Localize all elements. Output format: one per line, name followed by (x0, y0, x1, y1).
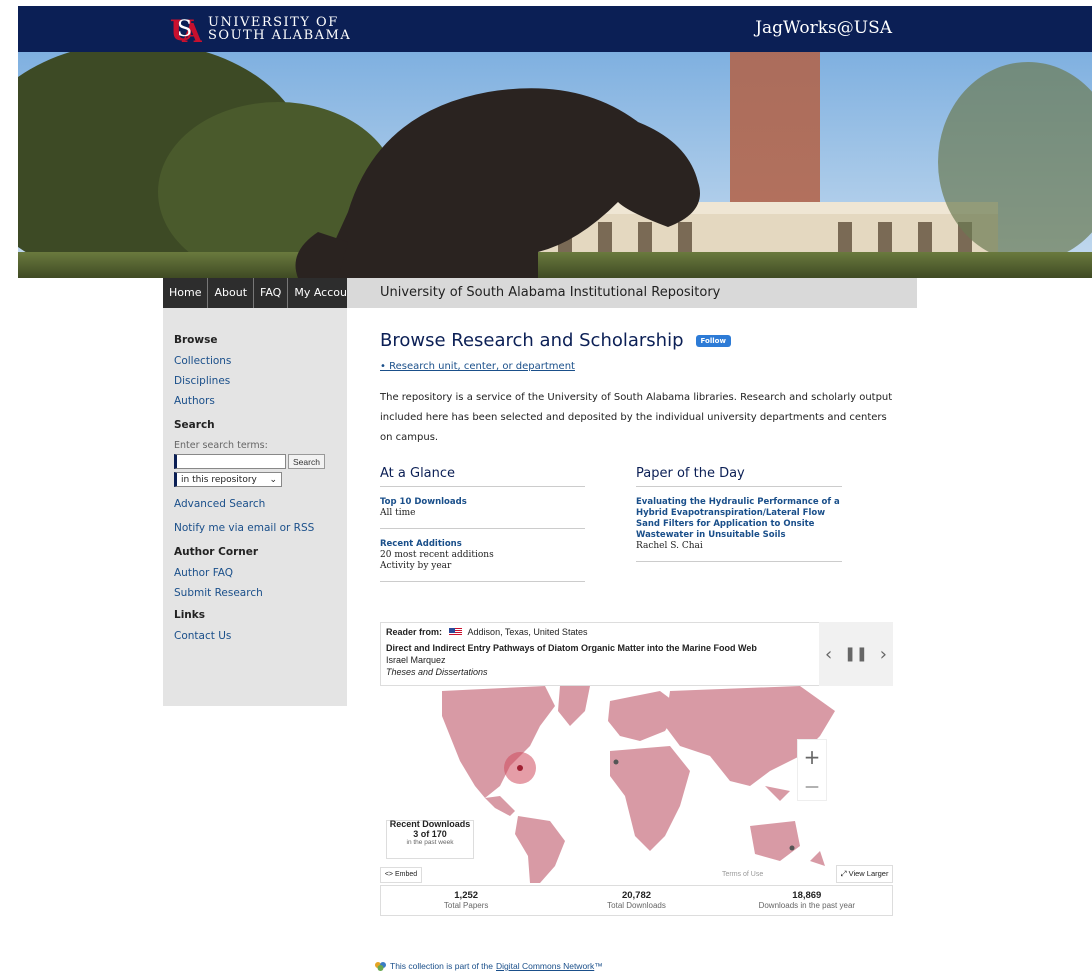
site-header: U A S UNIVERSITY OF SOUTH ALABAMA JagWor… (18, 6, 1092, 52)
sidebar-link-disciplines[interactable]: Disciplines (174, 375, 336, 387)
browse-heading: Browse (174, 334, 218, 346)
dc-network-footer: This collection is part of the Digital C… (375, 961, 603, 971)
footer-text: This collection is part of the (390, 961, 493, 971)
links-heading: Links (174, 609, 205, 621)
stat-label: Total Downloads (607, 901, 666, 910)
hero-banner-image (18, 52, 1092, 278)
readership-map-widget: Reader from: Addison, Texas, United Stat… (380, 622, 893, 916)
recent-additions-sub[interactable]: 20 most recent additions (380, 550, 585, 561)
top-downloads-link[interactable]: Top 10 Downloads (380, 497, 585, 508)
follow-button[interactable]: Follow (695, 334, 731, 347)
chevron-left-icon[interactable]: ‹ (825, 644, 832, 665)
repository-title: University of South Alabama Institutiona… (347, 278, 917, 308)
reader-from-label: Reader from: (386, 627, 443, 637)
us-flag-icon (448, 628, 462, 636)
advanced-search-link[interactable]: Advanced Search (174, 498, 336, 510)
terms-of-use-link[interactable]: Terms of Use (722, 871, 763, 878)
paper-of-the-day-block: Evaluating the Hydraulic Performance of … (636, 487, 842, 562)
zoom-in-icon[interactable]: + (804, 745, 821, 769)
svg-text:S: S (177, 17, 192, 42)
stats-bar: 1,252 Total Papers 20,782 Total Download… (380, 885, 893, 916)
nav-home[interactable]: Home (163, 278, 209, 308)
reader-panel: Reader from: Addison, Texas, United Stat… (380, 622, 893, 686)
site-name[interactable]: JagWorks@USA (755, 18, 892, 38)
sidebar-link-contact[interactable]: Contact Us (174, 630, 336, 642)
recent-additions-block: Recent Additions 20 most recent addition… (380, 529, 585, 582)
search-hint: Enter search terms: (174, 440, 268, 451)
page-title-text: Browse Research and Scholarship (380, 330, 684, 351)
stat-downloads-past-year: 18,869 Downloads in the past year (722, 886, 892, 915)
expand-icon: ⤢ (840, 869, 847, 878)
notify-link[interactable]: Notify me via email or RSS (174, 522, 336, 534)
reader-item-collection: Theses and Dissertations (386, 667, 488, 677)
author-corner-heading: Author Corner (174, 546, 259, 558)
page-title: Browse Research and Scholarship Follow (380, 330, 920, 351)
map-zoom-controls: + — (797, 739, 827, 801)
sidebar-link-collections[interactable]: Collections (174, 355, 336, 367)
view-larger-button[interactable]: ⤢ View Larger (836, 865, 893, 883)
view-larger-label: View Larger (848, 869, 889, 878)
pause-icon[interactable]: ❚❚ (844, 646, 867, 662)
recent-downloads-count: 3 of 170 (413, 829, 447, 839)
top-downloads-sub: All time (380, 508, 416, 518)
main-nav: Home About FAQ My Account (163, 278, 358, 308)
reader-item-title[interactable]: Direct and Indirect Entry Pathways of Di… (386, 642, 887, 654)
sidebar-link-submit-research[interactable]: Submit Research (174, 587, 336, 599)
usa-logo-mark-icon: U A S (168, 12, 203, 49)
chevron-down-icon: ⌄ (269, 474, 277, 485)
at-a-glance-heading: At a Glance (380, 466, 585, 487)
stat-value: 18,869 (792, 890, 822, 901)
recent-downloads-period: in the past week (406, 839, 454, 846)
reader-location: Addison, Texas, United States (467, 627, 588, 637)
logo-line-2: SOUTH ALABAMA (208, 28, 352, 43)
search-input[interactable] (174, 454, 286, 469)
sidebar-link-authors[interactable]: Authors (174, 395, 336, 407)
stat-value: 1,252 (454, 890, 479, 901)
recent-downloads-title: Recent Downloads (389, 819, 471, 829)
reader-from-row: Reader from: Addison, Texas, United Stat… (386, 626, 887, 638)
search-scope-value: in this repository (181, 474, 257, 485)
stat-label: Downloads in the past year (758, 901, 856, 910)
reader-controls: ‹ ❚❚ › (819, 622, 893, 686)
chevron-right-icon[interactable]: › (880, 644, 887, 665)
paper-of-the-day-author: Rachel S. Chai (636, 541, 703, 551)
logo-wordmark: UNIVERSITY OF SOUTH ALABAMA (208, 16, 351, 42)
reader-item-author: Israel Marquez (386, 655, 446, 665)
research-unit-link[interactable]: • Research unit, center, or department (380, 361, 920, 372)
search-button[interactable]: Search (288, 454, 325, 469)
paper-of-the-day: Paper of the Day Evaluating the Hydrauli… (636, 466, 842, 562)
sidebar-link-author-faq[interactable]: Author FAQ (174, 567, 336, 579)
search-scope-select[interactable]: in this repository ⌄ (174, 472, 282, 487)
usa-logo[interactable]: U A S UNIVERSITY OF SOUTH ALABAMA (168, 12, 351, 49)
sidebar: Browse Collections Disciplines Authors S… (163, 308, 347, 706)
recent-downloads-box: Recent Downloads 3 of 170 in the past we… (386, 819, 474, 859)
recent-additions-link[interactable]: Recent Additions (380, 539, 585, 550)
embed-button[interactable]: <> Embed (380, 867, 422, 883)
paper-of-the-day-heading: Paper of the Day (636, 466, 842, 487)
nav-faq[interactable]: FAQ (254, 278, 289, 308)
at-a-glance: At a Glance Top 10 Downloads All time Re… (380, 466, 585, 582)
search-row: Search (174, 454, 336, 469)
search-heading: Search (174, 419, 215, 431)
dc-network-link[interactable]: Digital Commons Network (496, 961, 594, 971)
activity-by-year-link[interactable]: Activity by year (380, 561, 585, 572)
paper-of-the-day-title[interactable]: Evaluating the Hydraulic Performance of … (636, 497, 842, 541)
nav-about[interactable]: About (208, 278, 255, 308)
network-icon (375, 961, 386, 971)
top-downloads-block: Top 10 Downloads All time (380, 487, 585, 529)
stat-total-papers: 1,252 Total Papers (381, 886, 551, 915)
intro-text: The repository is a service of the Unive… (380, 392, 893, 443)
stat-total-downloads: 20,782 Total Downloads (551, 886, 721, 915)
main-content: Browse Research and Scholarship Follow •… (380, 330, 920, 448)
stat-value: 20,782 (621, 890, 652, 901)
zoom-out-icon[interactable]: — (805, 779, 819, 795)
trademark-symbol: ™ (594, 961, 603, 971)
stat-label: Total Papers (443, 901, 489, 910)
